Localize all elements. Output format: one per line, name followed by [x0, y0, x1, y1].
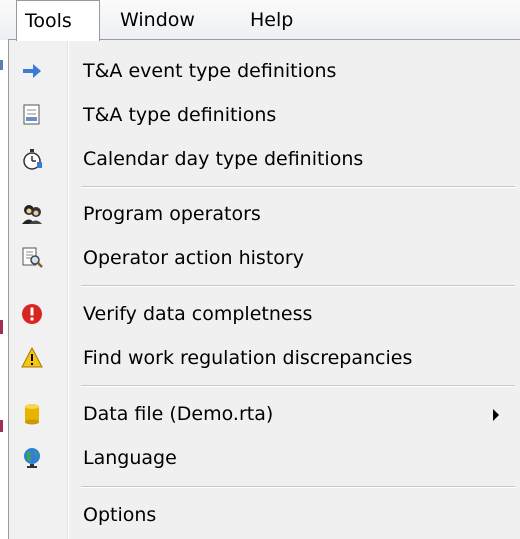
users-icon — [22, 205, 42, 224]
menu-item-find-work-regulation-discrepancies[interactable]: Find work regulation discrepancies — [11, 336, 519, 380]
arrow-right-icon — [23, 64, 41, 78]
menu-item-label: Program operators — [83, 203, 261, 225]
menu-item-calendar-day-type-definitions[interactable]: Calendar day type definitions — [11, 137, 519, 181]
menu-item-ta-type-definitions[interactable]: T&A type definitions — [11, 93, 519, 137]
stopwatch-icon — [23, 149, 42, 170]
menu-item-program-operators[interactable]: Program operators — [11, 192, 519, 236]
menu-item-operator-action-history[interactable]: Operator action history — [11, 236, 519, 280]
menu-separator — [81, 385, 515, 386]
menu-item-label: Language — [83, 447, 177, 469]
menu-item-label: T&A type definitions — [83, 104, 277, 126]
menu-item-label: T&A event type definitions — [83, 60, 337, 82]
menu-item-label: Verify data completness — [83, 303, 313, 325]
submenu-arrow-icon — [493, 409, 499, 421]
globe-icon — [24, 448, 40, 468]
menu-item-label: Operator action history — [83, 247, 304, 269]
menu-separator — [81, 486, 515, 487]
underlying-window-edge — [0, 60, 3, 70]
menu-item-language[interactable]: Language — [11, 436, 519, 480]
document-search-icon — [22, 247, 43, 268]
menu-item-label: Find work regulation discrepancies — [83, 347, 413, 369]
menu-bar: Tools Window Help — [0, 0, 520, 41]
warning-icon — [21, 347, 43, 368]
menu-separator — [81, 186, 515, 187]
menu-item-options[interactable]: Options — [11, 493, 519, 537]
document-list-icon — [23, 104, 40, 125]
menu-item-label: Data file (Demo.rta) — [83, 403, 274, 425]
menu-item-data-file[interactable]: Data file (Demo.rta) — [11, 392, 519, 436]
underlying-window-edge — [0, 320, 3, 334]
menu-item-ta-event-type-definitions[interactable]: T&A event type definitions — [11, 49, 519, 93]
menu-window[interactable]: Window — [112, 0, 222, 40]
underlying-window-edge — [0, 420, 3, 432]
error-icon — [22, 304, 42, 324]
menu-item-verify-data-completness[interactable]: Verify data completness — [11, 292, 519, 336]
menu-item-label: Calendar day type definitions — [83, 148, 364, 170]
database-icon — [25, 404, 39, 425]
menu-help[interactable]: Help — [242, 0, 314, 40]
menu-item-label: Options — [83, 504, 157, 526]
menu-tools[interactable]: Tools — [16, 0, 100, 41]
menu-separator — [81, 285, 515, 286]
tools-dropdown-menu: T&A event type definitions T&A type defi… — [8, 39, 520, 539]
